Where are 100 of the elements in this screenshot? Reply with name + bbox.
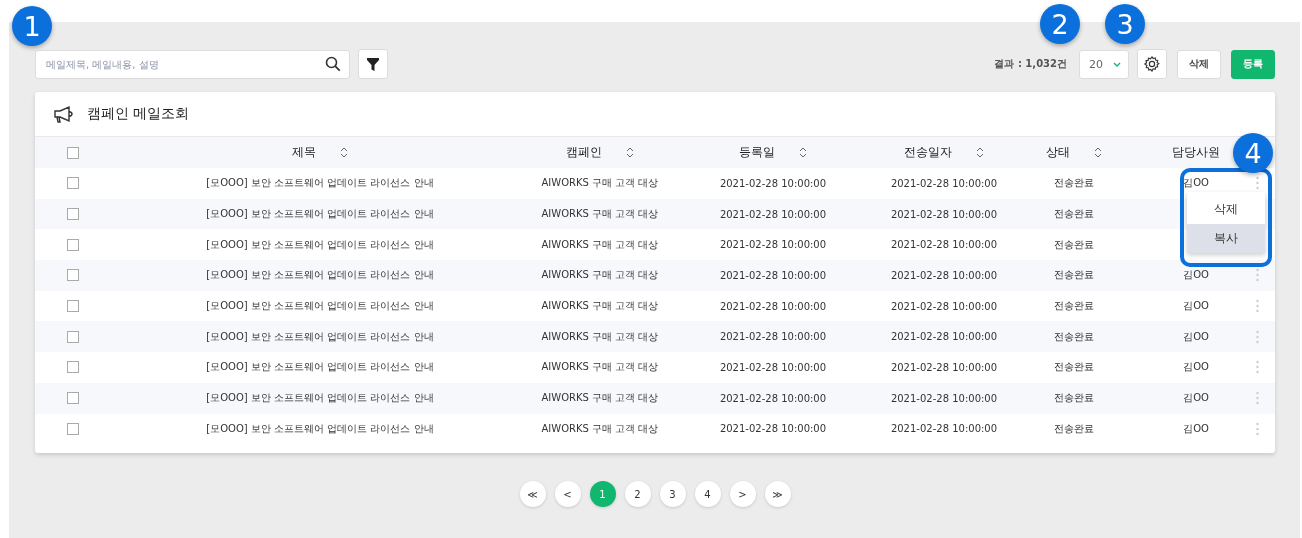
page-button[interactable]: 2 <box>624 481 651 507</box>
funnel-icon <box>366 56 380 72</box>
table-cell-text: 2021-02-28 10:00:00 <box>718 269 828 281</box>
settings-icon <box>1143 55 1161 73</box>
table-cell-text: [모OOO] 보안 소프트웨어 업데이트 라이선스 안내 <box>205 207 435 222</box>
row-checkbox[interactable] <box>66 177 79 190</box>
page-button[interactable]: 3 <box>659 481 686 507</box>
row-checkbox[interactable] <box>66 361 79 374</box>
row-checkbox[interactable] <box>66 422 79 435</box>
table-cell-text: 2021-02-28 10:00:00 <box>889 423 999 435</box>
table-cell-text: 2021-02-28 10:00:00 <box>718 392 828 404</box>
more-icon[interactable] <box>1256 176 1259 191</box>
more-icon[interactable] <box>1256 299 1259 314</box>
table-cell-text: [모OOO] 보안 소프트웨어 업데이트 라이선스 안내 <box>205 329 435 344</box>
callout-badge: 2 <box>1040 4 1080 44</box>
table-cell-text: 2021-02-28 10:00:00 <box>889 208 999 220</box>
table-cell-text: AIWORKS 구매 고객 대상 <box>540 176 660 191</box>
table-cell-text: AIWORKS 구매 고객 대상 <box>540 391 660 406</box>
table-cell-text: 2021-02-28 10:00:00 <box>718 361 828 373</box>
table-cell-text: 김OO <box>1182 360 1210 375</box>
more-icon[interactable] <box>1256 421 1259 436</box>
callout-badge: 3 <box>1105 4 1145 44</box>
row-checkbox[interactable] <box>66 330 79 343</box>
table-cell-text: [모OOO] 보안 소프트웨어 업데이트 라이선스 안내 <box>205 299 435 314</box>
table-cell-text: 2021-02-28 10:00:00 <box>718 239 828 251</box>
sort-icon[interactable] <box>976 147 984 158</box>
table-cell-text: 2021-02-28 10:00:00 <box>718 300 828 312</box>
callout-badge: 1 <box>12 6 52 46</box>
settings-button[interactable] <box>1137 49 1167 79</box>
row-checkbox[interactable] <box>66 392 79 405</box>
table-cell-text: 2021-02-28 10:00:00 <box>718 423 828 435</box>
table-cell-text: 김OO <box>1182 299 1210 314</box>
table-cell-text: 전송완료 <box>1053 176 1095 191</box>
row-checkbox[interactable] <box>66 208 79 221</box>
page-button[interactable]: ≪ <box>519 481 546 507</box>
table-cell-text: 2021-02-28 10:00:00 <box>718 177 828 189</box>
table-cell-text: [모OOO] 보안 소프트웨어 업데이트 라이선스 안내 <box>205 268 435 283</box>
result-count: 결과 : 1,032건 <box>994 57 1067 71</box>
row-checkbox[interactable] <box>66 269 79 282</box>
table-cell-text: AIWORKS 구매 고객 대상 <box>540 329 660 344</box>
table-cell-text: 2021-02-28 10:00:00 <box>889 331 999 343</box>
menu-item[interactable]: 삭제 <box>1187 195 1265 224</box>
table-cell-text: [모OOO] 보안 소프트웨어 업데이트 라이선스 안내 <box>205 421 435 436</box>
menu-item[interactable]: 복사 <box>1187 224 1265 253</box>
table-cell-text: 전송완료 <box>1053 329 1095 344</box>
sort-icon[interactable] <box>340 147 348 158</box>
table-cell-text: 2021-02-28 10:00:00 <box>889 361 999 373</box>
column-header: 제목 <box>292 145 316 160</box>
table-cell-text: AIWORKS 구매 고객 대상 <box>540 268 660 283</box>
table-cell-text: AIWORKS 구매 고객 대상 <box>540 299 660 314</box>
table-cell-text: 2021-02-28 10:00:00 <box>718 208 828 220</box>
page-size-select[interactable]: 20 <box>1079 49 1129 79</box>
row-checkbox[interactable] <box>66 238 79 251</box>
table-cell-text: 김OO <box>1182 268 1210 283</box>
table-cell-text: AIWORKS 구매 고객 대상 <box>540 421 660 436</box>
more-icon[interactable] <box>1256 329 1259 344</box>
table-cell-text: 김OO <box>1182 176 1210 191</box>
table-cell-text: 김OO <box>1182 391 1210 406</box>
search-icon[interactable] <box>325 56 341 72</box>
sort-icon[interactable] <box>626 147 634 158</box>
table-cell-text: 2021-02-28 10:00:00 <box>718 331 828 343</box>
table-cell-text: AIWORKS 구매 고객 대상 <box>540 207 660 222</box>
table-cell-text: AIWORKS 구매 고객 대상 <box>540 360 660 375</box>
column-header: 상태 <box>1046 145 1070 160</box>
card-title: 캠페인 메일조회 <box>87 105 190 123</box>
column-header: 전송일자 <box>904 145 952 160</box>
table-cell-text: 전송완료 <box>1053 299 1095 314</box>
column-header: 캠페인 <box>566 145 602 160</box>
table-cell-text: [모OOO] 보안 소프트웨어 업데이트 라이선스 안내 <box>205 360 435 375</box>
table-cell-text: 2021-02-28 10:00:00 <box>889 300 999 312</box>
page-button[interactable]: < <box>554 481 581 507</box>
table-cell-text: 전송완료 <box>1053 207 1095 222</box>
table-cell-text: 2021-02-28 10:00:00 <box>889 239 999 251</box>
search-box[interactable]: 메일제목, 메일내용, 설명 <box>35 49 350 79</box>
table-cell-text: [모OOO] 보안 소프트웨어 업데이트 라이선스 안내 <box>205 237 435 252</box>
page-button[interactable]: 4 <box>694 481 721 507</box>
chevron-down-icon <box>1113 61 1121 67</box>
filter-button[interactable] <box>358 49 388 79</box>
table-cell-text: 2021-02-28 10:00:00 <box>889 269 999 281</box>
table-cell-text: 2021-02-28 10:00:00 <box>889 177 999 189</box>
table-cell-text: 전송완료 <box>1053 391 1095 406</box>
table-cell-text: 전송완료 <box>1053 421 1095 436</box>
table-cell-text: 2021-02-28 10:00:00 <box>889 392 999 404</box>
sort-icon[interactable] <box>1094 147 1102 158</box>
table-cell-text: 전송완료 <box>1053 237 1095 252</box>
sort-icon[interactable] <box>799 147 807 158</box>
delete-button[interactable]: 삭제 <box>1177 49 1221 79</box>
table-cell-text: 전송완료 <box>1053 268 1095 283</box>
table-cell-text: 전송완료 <box>1053 360 1095 375</box>
more-icon[interactable] <box>1256 268 1259 283</box>
table-cell-text: [모OOO] 보안 소프트웨어 업데이트 라이선스 안내 <box>205 176 435 191</box>
column-header: 담당사원 <box>1172 145 1220 160</box>
row-checkbox[interactable] <box>66 300 79 313</box>
more-icon[interactable] <box>1256 391 1259 406</box>
more-icon[interactable] <box>1256 360 1259 375</box>
select-all-checkbox[interactable] <box>66 146 79 159</box>
page-button[interactable]: ≫ <box>764 481 791 507</box>
megaphone-icon <box>53 105 75 123</box>
column-header: 등록일 <box>739 145 775 160</box>
page-button[interactable]: > <box>729 481 756 507</box>
